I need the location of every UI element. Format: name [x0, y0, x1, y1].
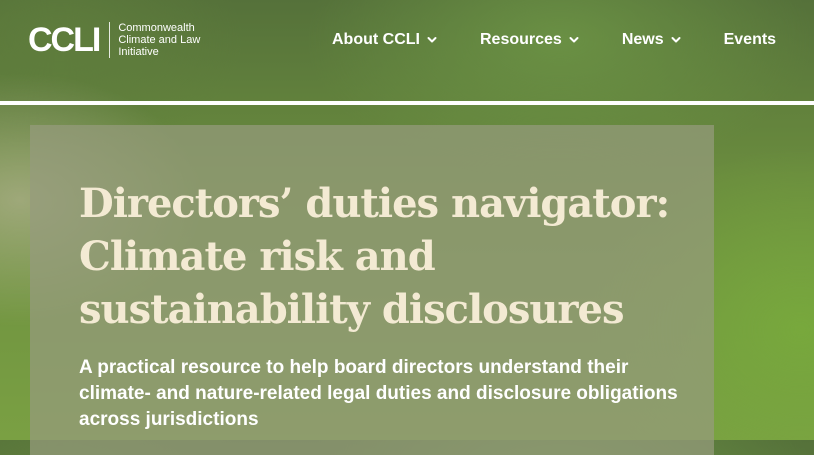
nav-label-events: Events	[723, 31, 777, 48]
chevron-down-icon	[427, 37, 437, 43]
site-header: CCLI Commonwealth Climate and Law Initia…	[0, 0, 814, 82]
nav-item-events[interactable]: Events	[724, 31, 776, 49]
nav-item-about[interactable]: About CCLI	[332, 31, 437, 49]
nav-label-about: About CCLI	[332, 31, 420, 48]
logo-line-1: Commonwealth	[118, 22, 195, 34]
main-nav: About CCLI Resources News Events C	[332, 28, 814, 52]
page-subtitle: A practical resource to help board direc…	[79, 357, 678, 430]
ccli-logo[interactable]: CCLI Commonwealth Climate and Law Initia…	[28, 20, 200, 60]
chevron-down-icon	[569, 37, 579, 43]
logo-text: Commonwealth Climate and Law Initiative	[118, 22, 200, 58]
logo-line-2: Climate and Law	[118, 34, 201, 46]
hero-panel: Directors’ duties navigator: Climate ris…	[30, 125, 714, 455]
logo-line-3: Initiative	[118, 46, 159, 58]
logo-divider	[109, 22, 111, 58]
nav-item-resources[interactable]: Resources	[480, 31, 579, 49]
logo-mark: CCLI	[28, 21, 101, 59]
nav-label-news: News	[621, 31, 664, 48]
nav-label-resources: Resources	[479, 31, 562, 48]
page-title: Directors’ duties navigator: Climate ris…	[79, 180, 670, 333]
chevron-down-icon	[671, 37, 681, 43]
header-divider	[0, 101, 814, 105]
nav-item-news[interactable]: News	[622, 31, 681, 49]
